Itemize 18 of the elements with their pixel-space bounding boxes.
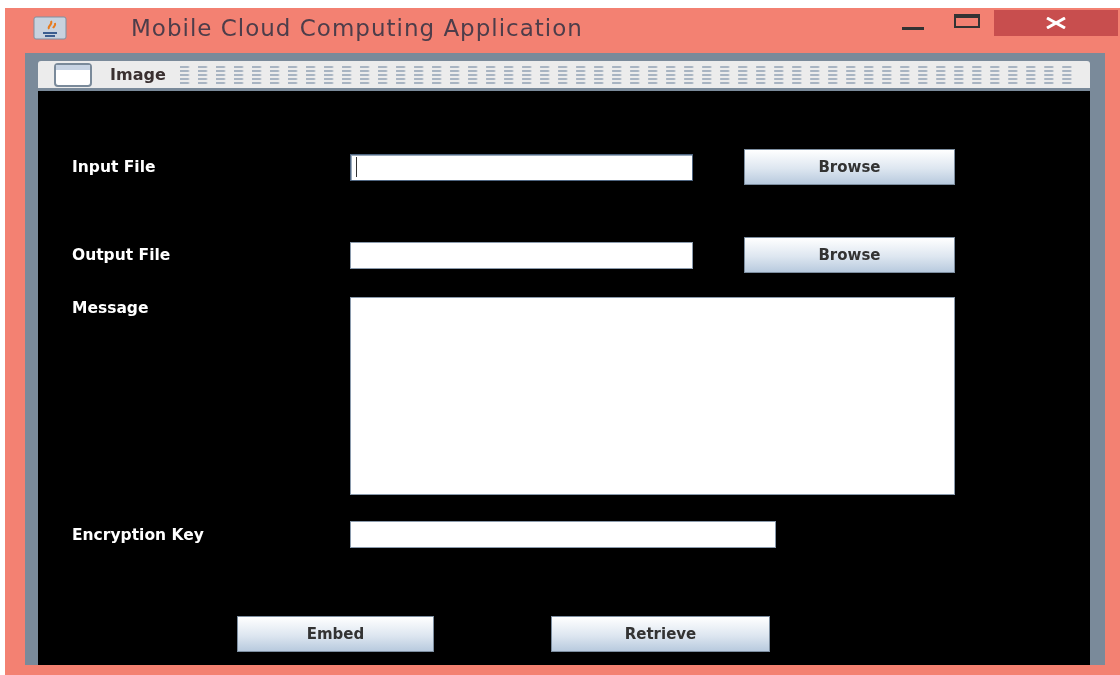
app-icon [33, 16, 67, 40]
retrieve-button[interactable]: Retrieve [551, 616, 770, 652]
maximize-icon[interactable] [954, 14, 980, 28]
close-icon[interactable] [1045, 17, 1067, 29]
field-label: Message [72, 299, 150, 317]
file-path-field[interactable] [350, 153, 693, 181]
embed-button[interactable]: Embed [237, 616, 434, 652]
file-path-field[interactable] [350, 241, 693, 269]
field-label: Output File [72, 246, 172, 264]
field-label: Input File [72, 158, 157, 176]
frame-title: Image [110, 65, 166, 84]
browse-button[interactable]: Browse [744, 237, 955, 273]
browse-button[interactable]: Browse [744, 149, 955, 185]
window-title: Mobile Cloud Computing Application [131, 15, 583, 41]
field-label: Encryption Key [72, 525, 205, 544]
text-cursor [356, 157, 357, 177]
frame-icon [54, 62, 92, 87]
key-input-field[interactable] [350, 521, 776, 548]
